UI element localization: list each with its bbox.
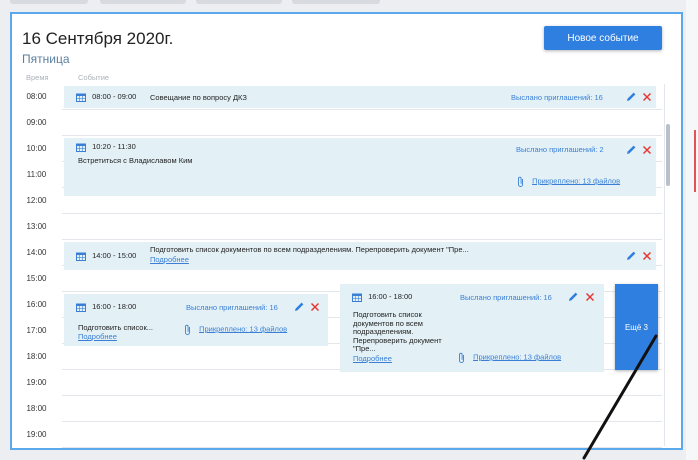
invites-count: Выслано приглашений: 2: [516, 145, 604, 154]
event-card[interactable]: 08:00 - 09:00 Совещание по вопросу ДКЗ В…: [64, 86, 656, 108]
event-card[interactable]: 16:00 - 18:00 Выслано приглашений: 16 По…: [64, 294, 328, 346]
calendar-icon: [76, 143, 86, 152]
top-tab[interactable]: [196, 0, 282, 4]
calendar-icon: [76, 303, 86, 312]
delete-icon[interactable]: [310, 302, 320, 312]
paperclip-icon: [518, 176, 523, 187]
more-details-link[interactable]: Подробнее: [150, 255, 189, 264]
event-time: 16:00 - 18:00: [368, 292, 413, 301]
top-tab[interactable]: [292, 0, 380, 4]
time-row: 09:00: [12, 110, 662, 136]
event-card[interactable]: 16:00 - 18:00 Выслано приглашений: 16 По…: [340, 284, 604, 372]
invites-count: Выслано приглашений: 16: [511, 93, 603, 102]
top-tab-strip: [0, 0, 698, 12]
day-calendar-panel: 16 Сентября 2020г. Пятница Новое событие…: [10, 12, 683, 450]
event-title: Совещание по вопросу ДКЗ: [150, 93, 247, 102]
page-title: 16 Сентября 2020г.: [22, 29, 174, 48]
event-title: Подготовить список...: [78, 323, 154, 332]
time-row: 13:00: [12, 214, 662, 240]
right-side-panel: [686, 0, 698, 460]
new-event-button[interactable]: Новое событие: [544, 26, 662, 50]
column-header-event: Событие: [78, 73, 110, 82]
edit-icon[interactable]: [626, 250, 637, 261]
top-tab[interactable]: [100, 0, 186, 4]
time-row: 19:00: [12, 370, 662, 396]
scrollbar-thumb[interactable]: [666, 124, 670, 186]
column-header-time: Время: [26, 73, 49, 82]
invites-count: Выслано приглашений: 16: [186, 303, 278, 312]
time-row: 18:00: [12, 396, 662, 422]
delete-icon[interactable]: [642, 92, 652, 102]
delete-icon[interactable]: [642, 251, 652, 261]
event-title: Подготовить список документов по всем по…: [150, 245, 469, 254]
invites-count: Выслано приглашений: 16: [460, 293, 552, 302]
event-time: 14:00 - 15:00: [92, 251, 137, 260]
attachments-link[interactable]: Прикреплено: 13 файлов: [473, 352, 561, 361]
event-title-line: "Пре...: [353, 344, 376, 353]
top-tab[interactable]: [10, 0, 88, 4]
event-time: 10:20 - 11:30: [92, 142, 136, 151]
attachments-link[interactable]: Прикреплено: 13 файлов: [199, 324, 287, 333]
delete-icon[interactable]: [585, 292, 595, 302]
edit-icon[interactable]: [294, 301, 305, 312]
event-card[interactable]: 14:00 - 15:00 Подготовить список докумен…: [64, 242, 656, 270]
more-details-link[interactable]: Подробнее: [78, 332, 117, 341]
event-title: Встретиться с Владиславом Ким: [78, 156, 193, 165]
event-card[interactable]: 10:20 - 11:30 Встретиться с Владиславом …: [64, 138, 656, 196]
red-marker: [694, 130, 696, 192]
more-details-link[interactable]: Подробнее: [353, 354, 392, 363]
calendar-icon: [352, 293, 362, 302]
delete-icon[interactable]: [642, 145, 652, 155]
calendar-icon: [76, 252, 86, 261]
paperclip-icon: [185, 324, 190, 335]
edit-icon[interactable]: [568, 291, 579, 302]
calendar-icon: [76, 93, 86, 102]
time-row: 19:00: [12, 422, 662, 448]
weekday-label: Пятница: [22, 52, 70, 66]
more-events-button[interactable]: Ещё 3: [615, 284, 658, 370]
attachments-link[interactable]: Прикреплено: 13 файлов: [532, 176, 620, 185]
event-time: 08:00 - 09:00: [92, 92, 137, 101]
event-time: 16:00 - 18:00: [92, 302, 137, 311]
edit-icon[interactable]: [626, 91, 637, 102]
paperclip-icon: [459, 352, 464, 363]
edit-icon[interactable]: [626, 144, 637, 155]
